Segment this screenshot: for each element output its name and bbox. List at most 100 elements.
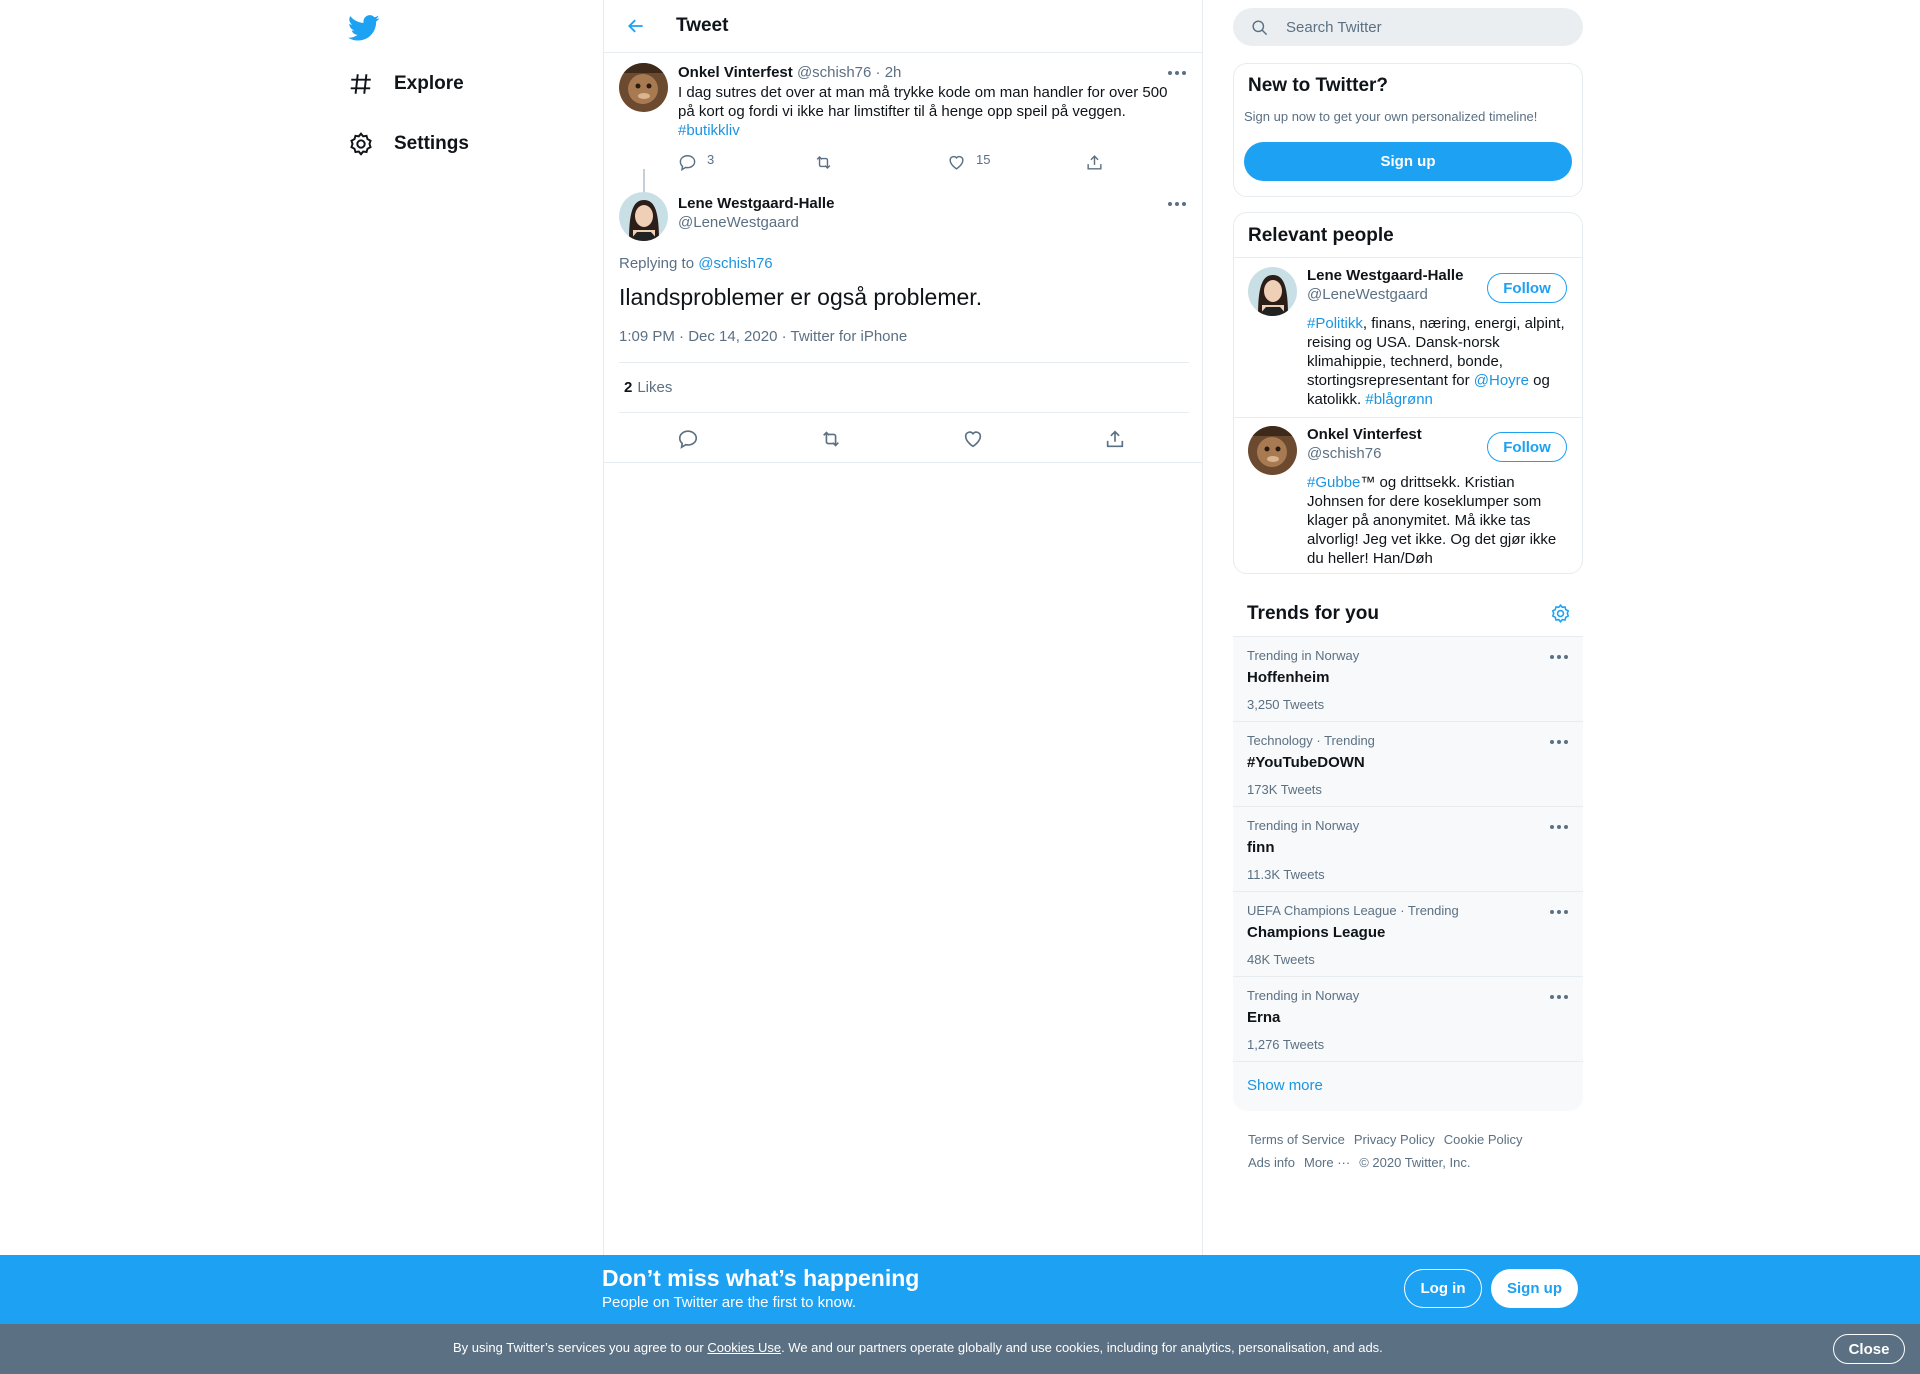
trend-name: Erna xyxy=(1247,1009,1281,1026)
like-count: 15 xyxy=(976,152,991,167)
privacy-link[interactable]: Privacy Policy xyxy=(1354,1132,1435,1147)
share-button[interactable] xyxy=(1085,153,1104,172)
banner-title: Don’t miss what’s happening xyxy=(602,1265,920,1291)
tweet-body: I dag sutres det over at man må trykke k… xyxy=(678,84,1168,120)
reply-icon[interactable] xyxy=(677,428,699,450)
cookies-use-link[interactable]: Cookies Use xyxy=(707,1340,781,1355)
trend-context: Trending in Norway xyxy=(1247,988,1360,1003)
card-title: Relevant people xyxy=(1248,225,1394,246)
avatar[interactable] xyxy=(1248,426,1297,475)
trend-context: Trending in Norway xyxy=(1247,818,1360,833)
trend-count: 48K Tweets xyxy=(1247,952,1315,967)
like-button[interactable]: 15 xyxy=(947,152,991,172)
avatar[interactable] xyxy=(1248,267,1297,316)
ads-info-link[interactable]: Ads info xyxy=(1248,1155,1295,1170)
author-handle[interactable]: @LeneWestgaard xyxy=(678,214,799,231)
reply-button[interactable]: 3 xyxy=(678,152,715,172)
trend-item[interactable]: Trending in Norway Hoffenheim 3,250 Twee… xyxy=(1233,637,1583,722)
trend-item[interactable]: Technology · Trending #YouTubeDOWN 173K … xyxy=(1233,722,1583,807)
person-row[interactable]: Onkel Vinterfest @schish76 Follow #Gubbe… xyxy=(1234,418,1582,573)
trend-count: 11.3K Tweets xyxy=(1247,867,1325,882)
tweet-time[interactable]: · 2h xyxy=(876,64,902,81)
bio-hashtag[interactable]: #Politikk xyxy=(1307,315,1363,332)
nav-settings[interactable]: Settings xyxy=(348,124,469,164)
share-icon xyxy=(1087,155,1102,170)
bio-hashtag[interactable]: #Gubbe xyxy=(1307,474,1360,491)
gear-icon[interactable] xyxy=(1550,603,1571,624)
trend-count: 3,250 Tweets xyxy=(1247,697,1325,712)
tweet-timestamp[interactable]: 1:09 PM · Dec 14, 2020 · Twitter for iPh… xyxy=(619,328,907,345)
trend-name: #YouTubeDOWN xyxy=(1247,754,1365,771)
copyright: © 2020 Twitter, Inc. xyxy=(1359,1155,1471,1170)
sign-up-button[interactable]: Sign up xyxy=(1244,142,1572,181)
more-icon[interactable] xyxy=(1550,825,1568,829)
focused-tweet: Lene Westgaard-Halle @LeneWestgaard Repl… xyxy=(604,185,1202,463)
follow-button[interactable]: Follow xyxy=(1487,273,1567,303)
bio-mention[interactable]: @Hoyre xyxy=(1474,372,1529,389)
more-icon[interactable] xyxy=(1168,202,1186,206)
trend-item[interactable]: Trending in Norway Erna 1,276 Tweets xyxy=(1233,977,1583,1062)
likes-number: 2 xyxy=(624,379,633,396)
cookie-policy-link[interactable]: Cookie Policy xyxy=(1444,1132,1523,1147)
trend-name: Champions League xyxy=(1247,924,1386,941)
bio-hashtag[interactable]: #blågrønn xyxy=(1365,391,1433,408)
reply-count: 3 xyxy=(707,152,715,167)
nav-explore[interactable]: Explore xyxy=(348,64,464,104)
page-title: Tweet xyxy=(676,15,729,36)
more-icon[interactable] xyxy=(1550,910,1568,914)
likes-label: Likes xyxy=(637,379,673,396)
log-in-button[interactable]: Log in xyxy=(1404,1269,1482,1308)
retweet-icon xyxy=(816,155,831,170)
avatar[interactable] xyxy=(619,192,668,241)
nav-settings-label: Settings xyxy=(394,133,469,154)
more-icon[interactable] xyxy=(1168,71,1186,75)
trend-context: Technology · Trending xyxy=(1247,733,1375,748)
sign-up-button[interactable]: Sign up xyxy=(1491,1269,1578,1308)
author-name[interactable]: Lene Westgaard-Halle xyxy=(678,195,834,212)
search-input[interactable] xyxy=(1286,18,1556,36)
close-button[interactable]: Close xyxy=(1833,1334,1905,1364)
more-icon[interactable] xyxy=(1550,740,1568,744)
gear-icon xyxy=(350,132,372,156)
follow-button[interactable]: Follow xyxy=(1487,432,1567,462)
tweet-text: I dag sutres det over at man må trykke k… xyxy=(678,83,1178,140)
person-name[interactable]: Onkel Vinterfest xyxy=(1307,426,1422,443)
replying-to-link[interactable]: @schish76 xyxy=(698,255,772,272)
show-more-link[interactable]: Show more xyxy=(1247,1077,1323,1094)
card-title: Trends for you xyxy=(1247,603,1379,624)
author-name[interactable]: Onkel Vinterfest xyxy=(678,64,793,81)
new-to-twitter-card: New to Twitter? Sign up now to get your … xyxy=(1233,63,1583,197)
person-handle[interactable]: @schish76 xyxy=(1307,445,1381,462)
person-name[interactable]: Lene Westgaard-Halle xyxy=(1307,267,1463,284)
person-row[interactable]: Lene Westgaard-Halle @LeneWestgaard Foll… xyxy=(1234,259,1582,418)
terms-link[interactable]: Terms of Service xyxy=(1248,1132,1345,1147)
parent-tweet[interactable]: Onkel Vinterfest @schish76 · 2h I dag su… xyxy=(604,53,1202,237)
person-bio: #Gubbe™ og drittsekk. Kristian Johnsen f… xyxy=(1307,473,1569,568)
more-icon[interactable] xyxy=(1550,995,1568,999)
search-box[interactable] xyxy=(1233,8,1583,46)
retweet-button[interactable] xyxy=(814,153,833,172)
heart-icon[interactable] xyxy=(962,428,984,450)
reply-icon xyxy=(679,155,696,172)
hashtag-icon xyxy=(350,74,371,94)
more-link[interactable]: More ··· xyxy=(1304,1155,1350,1170)
trend-item[interactable]: Trending in Norway finn 11.3K Tweets xyxy=(1233,807,1583,892)
share-icon[interactable] xyxy=(1104,428,1126,450)
tweet-stats[interactable]: 2 Likes xyxy=(619,362,1189,413)
hashtag-link[interactable]: #butikkliv xyxy=(678,122,740,139)
replying-prefix: Replying to xyxy=(619,255,695,272)
person-handle[interactable]: @LeneWestgaard xyxy=(1307,286,1428,303)
author-handle[interactable]: @schish76 xyxy=(797,64,871,81)
back-arrow-icon[interactable] xyxy=(619,9,653,43)
trend-item[interactable]: UEFA Champions League · Trending Champio… xyxy=(1233,892,1583,977)
avatar[interactable] xyxy=(619,63,668,112)
retweet-icon[interactable] xyxy=(820,428,842,450)
heart-icon xyxy=(949,155,964,170)
trend-context: UEFA Champions League · Trending xyxy=(1247,903,1459,918)
twitter-bird-icon[interactable] xyxy=(348,12,380,44)
trend-context: Trending in Norway xyxy=(1247,648,1360,663)
more-icon[interactable] xyxy=(1550,655,1568,659)
signup-banner: Don’t miss what’s happening People on Tw… xyxy=(0,1255,1920,1324)
trends-card: Trends for you Trending in Norway Hoffen… xyxy=(1233,591,1583,1111)
cookie-suffix: . We and our partners operate globally a… xyxy=(781,1340,1383,1355)
